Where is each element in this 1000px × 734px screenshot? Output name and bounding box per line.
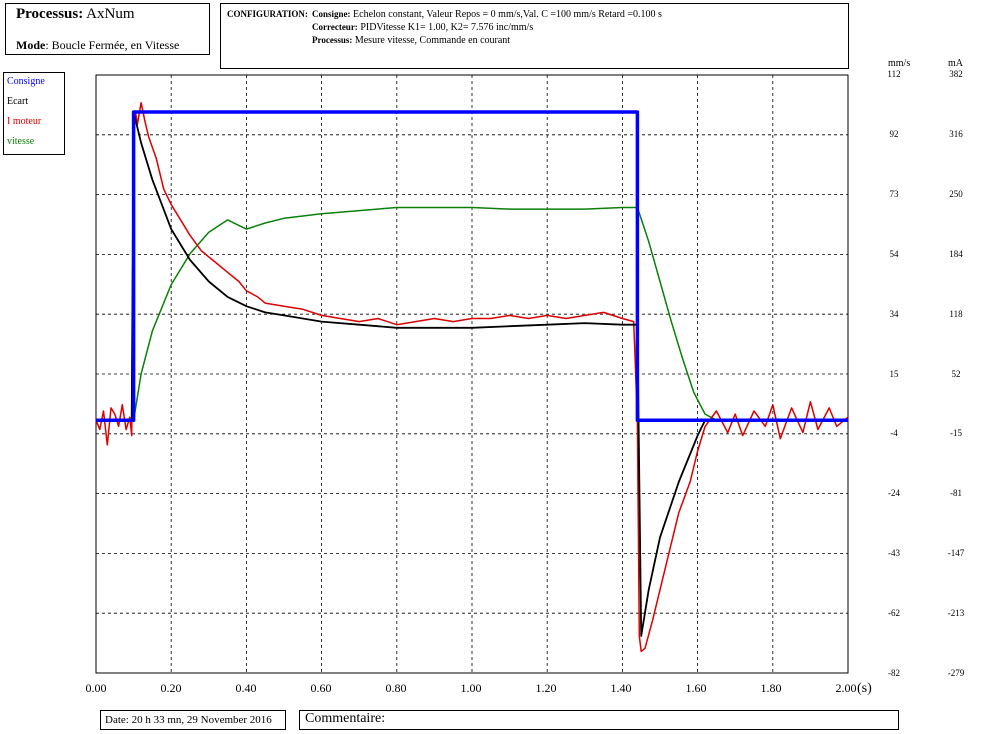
date-box: Date: 20 h 33 mn, 29 November 2016 bbox=[100, 710, 286, 730]
date-text: Date: 20 h 33 mn, 29 November 2016 bbox=[105, 714, 272, 726]
series-line-consigne bbox=[96, 110, 848, 422]
plot-frame bbox=[95, 74, 849, 674]
grid-lines bbox=[96, 75, 848, 673]
line-chart bbox=[95, 74, 849, 674]
comment-field[interactable]: Commentaire: bbox=[299, 710, 899, 730]
comment-label: Commentaire: bbox=[305, 711, 386, 726]
